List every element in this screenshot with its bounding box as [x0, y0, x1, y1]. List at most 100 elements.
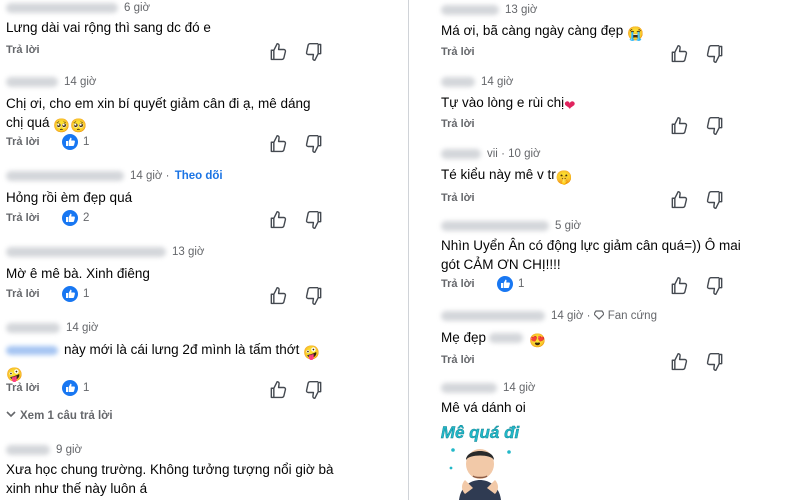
comment-meta: 14 giờ [6, 322, 98, 340]
thumbs-down-icon[interactable] [705, 276, 725, 296]
reply-button[interactable]: Trả lời [6, 44, 40, 56]
like-reaction-icon [62, 380, 78, 396]
comment-item: 14 giờ · Fan cứng Mẹ đẹp 😍 Trả lời [441, 310, 800, 374]
thumbs-down-icon[interactable] [304, 42, 324, 62]
comment-item: 14 giờ Chị ơi, cho em xin bí quyết giảm … [6, 76, 408, 162]
thumbs-up-icon[interactable] [669, 116, 689, 136]
reaction-count: 1 [62, 380, 89, 396]
comment-actions: Trả lời [441, 116, 789, 134]
view-replies-link[interactable]: Xem 1 câu trả lời [6, 410, 113, 422]
shushing-face-emoji: 🤫 [555, 170, 573, 185]
comment-time: 13 giờ [505, 4, 538, 16]
vote-buttons [268, 134, 324, 154]
diamond-icon [592, 310, 605, 320]
fan-badge: Fan cứng [607, 310, 657, 322]
crying-face-emoji: 😭 [627, 26, 644, 41]
comment-line-2: xinh như thế này luôn á [6, 481, 148, 496]
reply-button[interactable]: Trả lời [441, 354, 475, 366]
thumbs-up-icon[interactable] [669, 44, 689, 64]
comment-meta: vii · 10 giờ [441, 148, 541, 166]
vote-buttons [268, 380, 324, 400]
comment-actions: Trả lời 2 [6, 210, 396, 228]
like-reaction-icon [62, 286, 78, 302]
comment-text: Nhìn Uyển Ân có động lực giảm cân quá=))… [441, 236, 741, 274]
comment-line: này mới là cái lưng 2đ mình là tấm thớt … [6, 340, 320, 362]
blurred-author-name [441, 4, 499, 15]
reply-button[interactable]: Trả lời [6, 382, 40, 394]
comment-time: 9 giờ [56, 444, 83, 456]
right-comment-column: 13 giờ Má ơi, bã càng ngày càng đẹp 😭 Tr… [408, 0, 800, 500]
comment-text: Xưa học chung trường. Không tưởng tượng … [6, 460, 334, 498]
thumbs-down-icon[interactable] [304, 380, 324, 400]
thumbs-up-icon[interactable] [268, 210, 288, 230]
comment-item: 9 giờ Xưa học chung trường. Không tưởng … [6, 444, 408, 500]
comment-meta: 13 giờ [6, 246, 204, 264]
comment-text: này mới là cái lưng 2đ mình là tấm thớt … [6, 340, 320, 384]
comment-meta: 14 giờ [6, 76, 96, 94]
reply-button[interactable]: Trả lời [441, 192, 475, 204]
thumbs-down-icon[interactable] [304, 210, 324, 230]
comment-time: 14 giờ [551, 310, 584, 322]
thumbs-down-icon[interactable] [304, 286, 324, 306]
thumbs-up-icon[interactable] [268, 286, 288, 306]
comment-actions: Trả lời [441, 352, 789, 370]
thumbs-up-icon[interactable] [268, 134, 288, 154]
blurred-author-name [6, 322, 60, 333]
comment-actions: Trả lời [6, 42, 396, 60]
blurred-author-name [6, 170, 124, 181]
blurred-mention [6, 345, 58, 355]
blurred-author-name [441, 148, 481, 159]
reply-button[interactable]: Trả lời [6, 212, 40, 224]
blurred-author-name [441, 382, 497, 393]
thumbs-up-icon[interactable] [268, 380, 288, 400]
comment-line-2: chị quá 🥺🥺 [6, 115, 87, 133]
thumbs-down-icon[interactable] [705, 352, 725, 372]
comment-time: 14 giờ [503, 382, 536, 394]
vote-buttons [669, 44, 725, 64]
left-comment-column: 6 giờ Lưng dài vai rộng thì sang dc đó e… [0, 0, 408, 500]
blurred-author-name [441, 76, 475, 87]
comment-meta: 14 giờ · Fan cứng [441, 310, 657, 328]
comment-text: Lưng dài vai rộng thì sang dc đó e [6, 20, 211, 35]
reply-button[interactable]: Trả lời [441, 278, 475, 290]
comment-item: 6 giờ Lưng dài vai rộng thì sang dc đó e… [6, 2, 408, 62]
comment-item: 13 giờ Mờ ê mê bà. Xinh điêng Trả lời 1 [6, 246, 408, 308]
thumbs-up-icon[interactable] [669, 190, 689, 210]
thumbs-up-icon[interactable] [268, 42, 288, 62]
thumbs-down-icon[interactable] [304, 134, 324, 154]
comment-time: 13 giờ [172, 246, 205, 258]
thumbs-up-icon[interactable] [669, 276, 689, 296]
comment-time: 5 giờ [555, 220, 582, 232]
pleading-face-emoji: 🥺🥺 [53, 118, 87, 133]
comment-item: 13 giờ Má ơi, bã càng ngày càng đẹp 😭 Tr… [441, 4, 800, 64]
thumbs-down-icon[interactable] [705, 44, 725, 64]
red-heart-emoji: ❤ [564, 98, 576, 113]
thumbs-up-icon[interactable] [669, 352, 689, 372]
comment-time: 6 giờ [124, 2, 151, 14]
like-reaction-icon [62, 134, 78, 150]
reply-button[interactable]: Trả lời [6, 136, 40, 148]
reply-button[interactable]: Trả lời [441, 46, 475, 58]
vote-buttons [669, 276, 725, 296]
comment-time: 10 giờ [508, 148, 541, 160]
thumbs-down-icon[interactable] [705, 190, 725, 210]
blurred-author-name [441, 220, 549, 231]
blurred-author-name [6, 2, 118, 13]
comment-item: vii · 10 giờ Té kiểu này mê v tr🤫 Trả lờ… [441, 148, 800, 210]
comment-line: Chị ơi, cho em xin bí quyết giảm cân đi … [6, 96, 311, 111]
comment-actions: Trả lời 1 [6, 380, 396, 398]
reply-button[interactable]: Trả lời [6, 288, 40, 300]
sticker-caption: Mê quá đi [441, 423, 521, 442]
comment-meta: 14 giờ [441, 76, 513, 94]
sticker-image: Mê quá đi [441, 423, 521, 500]
author-name-fragment: vii [487, 148, 498, 160]
reaction-count: 1 [62, 134, 89, 150]
reply-button[interactable]: Trả lời [441, 118, 475, 130]
thumbs-down-icon[interactable] [705, 116, 725, 136]
comment-text: Tự vào lòng e rùi chị❤ [441, 95, 576, 113]
chevron-down-icon [6, 411, 16, 418]
comment-text: Mẹ đẹp 😍 [441, 330, 546, 348]
zany-face-emoji: 🤪 [303, 345, 320, 360]
comment-line: Nhìn Uyển Ân có động lực giảm cân quá=))… [441, 238, 741, 253]
follow-button[interactable]: Theo dõi [175, 170, 223, 182]
